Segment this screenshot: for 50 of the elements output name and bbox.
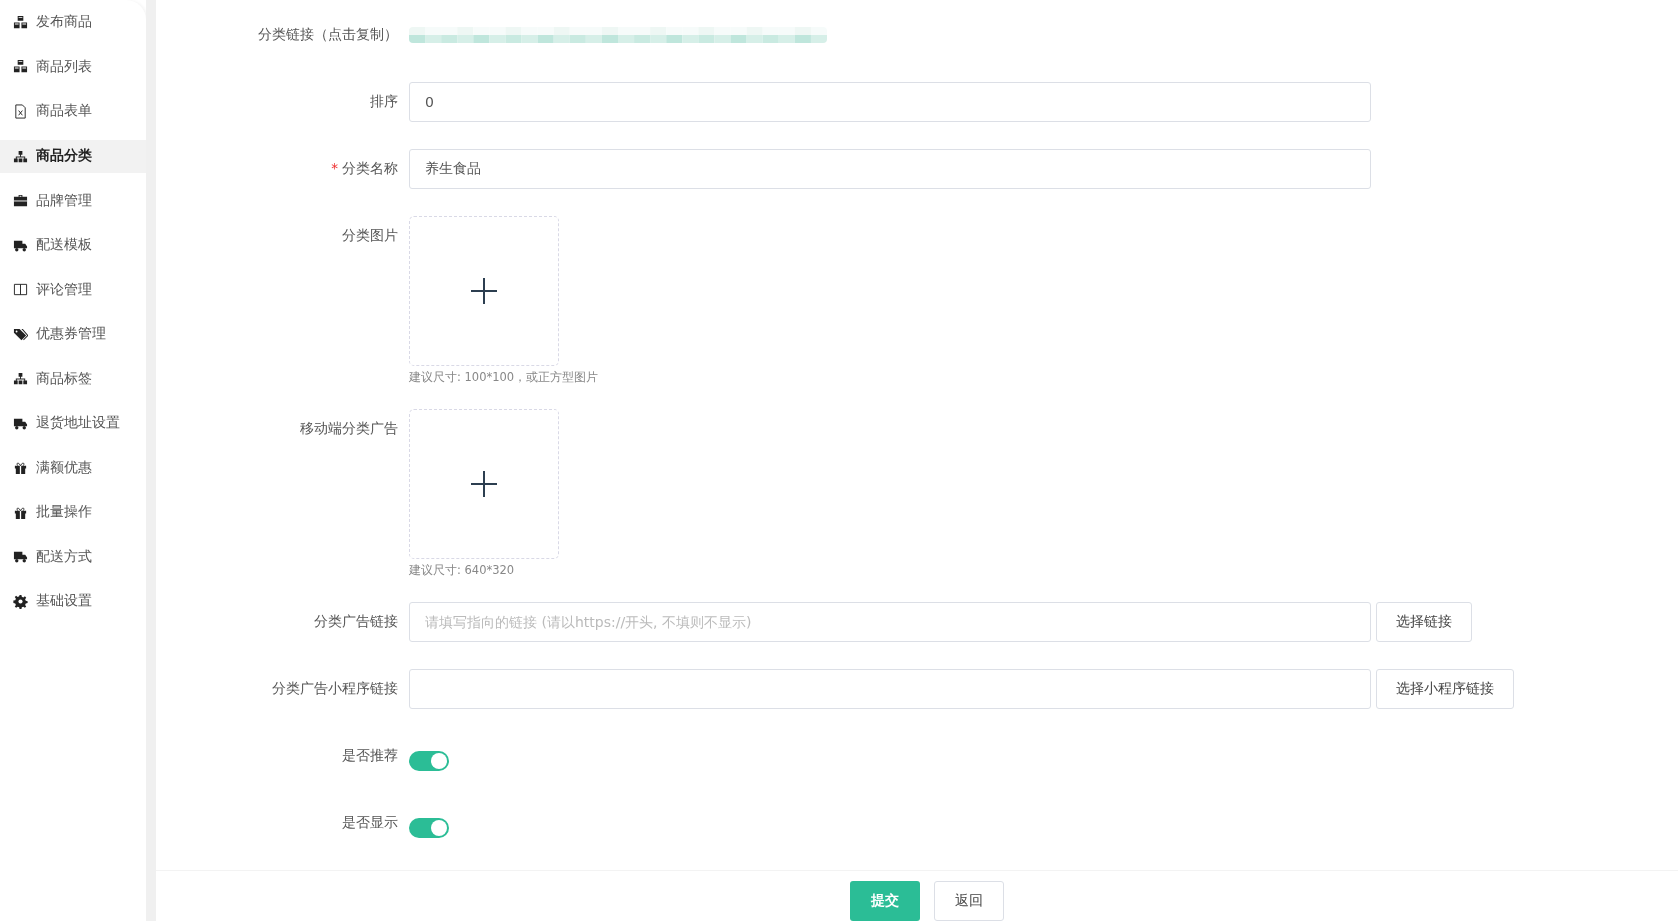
plus-icon bbox=[471, 471, 497, 497]
sitemap-icon bbox=[13, 371, 28, 387]
select-button[interactable]: 选择链接 bbox=[1376, 602, 1472, 642]
sidebar-item[interactable]: 商品表单 bbox=[0, 89, 146, 134]
text-field[interactable] bbox=[409, 669, 1371, 709]
field-label: 分类广告链接 bbox=[314, 613, 398, 631]
hint-text: 建议尺寸: 100*100，或正方型图片 bbox=[409, 370, 599, 385]
text-field[interactable]: 请填写指向的链接 (请以https://开头, 不填则不显示) bbox=[409, 602, 1371, 642]
sidebar-item[interactable]: 配送方式 bbox=[0, 534, 146, 579]
columns-icon bbox=[13, 282, 28, 298]
field-label: 分类图片 bbox=[342, 227, 398, 245]
sidebar-item[interactable]: 批量操作 bbox=[0, 490, 146, 535]
sidebar-item[interactable]: 商品列表 bbox=[0, 44, 146, 89]
text-field[interactable]: 养生食品 bbox=[409, 149, 1371, 189]
field-label: 是否推荐 bbox=[342, 747, 398, 765]
field-label: 移动端分类广告 bbox=[300, 420, 398, 438]
sidebar-item[interactable]: 满额优惠 bbox=[0, 445, 146, 490]
sidebar-item[interactable]: 优惠券管理 bbox=[0, 312, 146, 357]
field-label: 分类广告小程序链接 bbox=[272, 680, 398, 698]
sidebar-item[interactable]: 商品标签 bbox=[0, 356, 146, 401]
file-icon bbox=[13, 103, 28, 119]
truck-icon bbox=[13, 549, 28, 565]
toggle-switch[interactable] bbox=[409, 818, 449, 838]
field-label: 排序 bbox=[370, 93, 398, 111]
required-mark: * bbox=[331, 160, 338, 176]
sitemap-icon bbox=[13, 148, 28, 164]
text-field[interactable]: 0 bbox=[409, 82, 1371, 122]
sidebar-item[interactable]: 退货地址设置 bbox=[0, 401, 146, 446]
image-upload[interactable] bbox=[409, 216, 559, 366]
back-button[interactable]: 返回 bbox=[934, 881, 1004, 921]
sidebar-item[interactable]: 品牌管理 bbox=[0, 178, 146, 223]
image-upload[interactable] bbox=[409, 409, 559, 559]
tags-icon bbox=[13, 326, 28, 342]
field-label: 是否显示 bbox=[342, 814, 398, 832]
toggle-switch[interactable] bbox=[409, 751, 449, 771]
sidebar-item[interactable]: 发布商品 bbox=[0, 0, 146, 45]
plus-icon bbox=[471, 278, 497, 304]
sidebar-item[interactable]: 配送模板 bbox=[0, 223, 146, 268]
field-label: 分类名称 bbox=[342, 160, 398, 178]
sidebar-item[interactable]: 基础设置 bbox=[0, 579, 146, 624]
sidebar-item[interactable]: 商品分类 bbox=[0, 139, 146, 173]
cubes-icon bbox=[13, 14, 28, 30]
hint-text: 建议尺寸: 640*320 bbox=[409, 563, 516, 578]
gear-icon bbox=[13, 593, 28, 609]
select-button[interactable]: 选择小程序链接 bbox=[1376, 669, 1514, 709]
briefcase-icon bbox=[13, 193, 28, 209]
gift-icon bbox=[13, 460, 28, 476]
field-label: 分类链接（点击复制） bbox=[258, 26, 398, 44]
sidebar-item[interactable]: 评论管理 bbox=[0, 267, 146, 312]
cubes-icon bbox=[13, 59, 28, 75]
